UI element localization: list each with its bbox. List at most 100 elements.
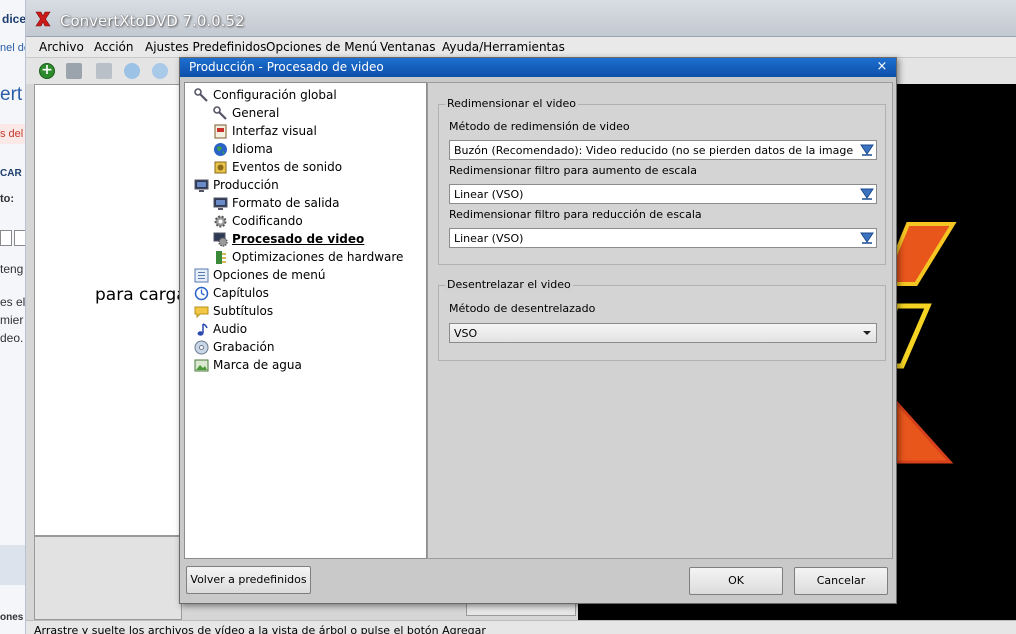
app-title: ConvertXtoDVD 7.0.0.52 [60, 12, 245, 30]
tree-item-label: Eventos de sonido [232, 160, 343, 174]
tree-item-label: Interfaz visual [232, 124, 317, 138]
background-page: dice nel del ert s del l CAR I to: teng … [0, 0, 26, 634]
upscale-filter-value: Linear (VSO) [454, 188, 524, 201]
watermark-icon [194, 358, 209, 373]
bg-fragment: deo. [0, 331, 24, 345]
bg-fragment: nel del [0, 42, 25, 54]
settings-dialog: Producción - Procesado de video × Config… [179, 57, 897, 604]
bg-fragment: to: [0, 193, 15, 205]
upscale-filter-label: Redimensionar filtro para aumento de esc… [449, 164, 697, 177]
bg-checkbox [0, 230, 12, 246]
tree-item-opciones-de-menu[interactable]: Opciones de menú [194, 266, 326, 284]
menu-accion[interactable]: Acción [94, 40, 133, 54]
tree-item-label: Codificando [232, 214, 303, 228]
resize-method-label: Método de redimensión de video [449, 120, 630, 133]
bg-fragment: CAR I [0, 168, 26, 179]
tree-item-codificando[interactable]: Codificando [213, 212, 303, 230]
deinterlace-method-label: Método de desentrelazado [449, 302, 596, 315]
tree-item-formato-de-salida[interactable]: Formato de salida [213, 194, 340, 212]
move-down-icon[interactable] [124, 63, 140, 79]
project-tree[interactable]: para carga [34, 84, 187, 536]
close-project-icon[interactable] [96, 63, 112, 79]
close-icon[interactable]: × [875, 59, 889, 74]
hardware-icon [213, 250, 228, 265]
downscale-filter-label: Redimensionar filtro para reducción de e… [449, 208, 702, 221]
tree-item-label: General [232, 106, 280, 120]
music-note-icon [194, 322, 209, 337]
menu-ventanas[interactable]: Ventanas [380, 40, 436, 54]
move-up-icon[interactable] [152, 63, 168, 79]
chevron-down-icon[interactable] [859, 142, 875, 158]
tree-item-label: Idioma [232, 142, 273, 156]
menu-archivo[interactable]: Archivo [39, 40, 84, 54]
tree-item-optimizaciones-de-hardware[interactable]: Optimizaciones de hardware [213, 248, 403, 266]
tree-item-label: Grabación [213, 340, 275, 354]
wrench-icon [213, 105, 228, 121]
app-logo-icon [35, 11, 51, 27]
tree-item-label: Producción [213, 178, 279, 192]
resize-method-select[interactable]: Buzón (Recomendado): Video reducido (no … [449, 140, 877, 160]
dialog-title: Producción - Procesado de video [189, 60, 384, 74]
menu-bar: Archivo Acción Ajustes Predefinidos Opci… [26, 37, 1016, 58]
resize-method-value: Buzón (Recomendado): Video reducido (no … [454, 144, 854, 157]
dialog-title-bar[interactable]: Producción - Procesado de video × [180, 58, 896, 77]
downscale-filter-select[interactable]: Linear (VSO) [449, 228, 877, 248]
tree-item-label: Configuración global [213, 88, 337, 102]
upscale-filter-select[interactable]: Linear (VSO) [449, 184, 877, 204]
clock-icon [194, 286, 209, 301]
tree-item-marca-de-agua[interactable]: Marca de agua [194, 356, 302, 374]
tree-item-interfaz-visual[interactable]: Interfaz visual [213, 122, 317, 140]
settings-panel: Redimensionar el video Método de redimen… [427, 82, 893, 559]
menu-ajustes-predefinidos[interactable]: Ajustes Predefinidos [145, 40, 266, 54]
tree-item-label: Audio [213, 322, 248, 336]
tree-item-label: Subtítulos [213, 304, 274, 318]
bg-fragment: mier [0, 313, 24, 327]
add-icon[interactable]: + [39, 63, 55, 79]
monitor-icon [194, 178, 209, 193]
status-bar: Arrastre y suelte los archivos de vídeo … [26, 620, 1016, 634]
tree-item-configuracion-global[interactable]: Configuración global [194, 86, 337, 104]
globe-icon [213, 142, 228, 157]
tree-item-subtitulos[interactable]: Subtítulos [194, 302, 273, 320]
bg-fragment: s del l [0, 124, 25, 144]
bg-fragment: es el [0, 295, 26, 309]
gear-icon [213, 214, 228, 229]
tree-item-procesado-de-video[interactable]: Procesado de video [213, 230, 364, 248]
disc-icon [194, 340, 209, 355]
title-bar[interactable]: ConvertXtoDVD 7.0.0.52 [26, 0, 1016, 37]
menu-ayuda-herramientas[interactable]: Ayuda/Herramientas [442, 40, 565, 54]
bg-checkbox [14, 230, 25, 246]
monitor-icon [213, 196, 228, 211]
menu-icon [194, 268, 209, 283]
tree-item-grabacion[interactable]: Grabación [194, 338, 274, 356]
chevron-down-icon[interactable] [859, 325, 875, 341]
deinterlace-group-label: Desentrelazar el video [445, 278, 573, 291]
tree-item-label: Marca de agua [213, 358, 302, 372]
bg-fragment: dice [2, 12, 26, 26]
tree-item-eventos-de-sonido[interactable]: Eventos de sonido [213, 158, 342, 176]
drop-hint-text: para carga [95, 285, 187, 305]
chevron-down-icon[interactable] [859, 186, 875, 202]
save-icon[interactable] [66, 63, 82, 79]
cancel-button[interactable]: Cancelar [794, 567, 888, 595]
tree-item-capitulos[interactable]: Capítulos [194, 284, 269, 302]
resize-group-label: Redimensionar el video [445, 97, 579, 110]
tree-item-label: Capítulos [213, 286, 269, 300]
menu-opciones-de-menu[interactable]: Opciones de Menú [266, 40, 377, 54]
tree-item-label: Formato de salida [232, 196, 340, 210]
chevron-down-icon[interactable] [859, 230, 875, 246]
tree-item-general[interactable]: General [213, 104, 279, 122]
deinterlace-group: Desentrelazar el video Método de desentr… [438, 278, 886, 361]
wrench-icon [194, 87, 209, 103]
tree-item-produccion[interactable]: Producción [194, 176, 279, 194]
reset-defaults-button[interactable]: Volver a predefinidos [186, 566, 311, 594]
sound-events-icon [213, 160, 228, 175]
tree-item-idioma[interactable]: Idioma [213, 140, 273, 158]
tree-item-label: Opciones de menú [213, 268, 326, 282]
ok-button[interactable]: OK [689, 567, 783, 595]
video-processing-icon [213, 232, 228, 247]
status-text: Arrastre y suelte los archivos de vídeo … [34, 624, 486, 634]
bg-fragment: teng [0, 262, 24, 276]
deinterlace-method-select[interactable]: VSO [449, 323, 877, 343]
tree-item-audio[interactable]: Audio [194, 320, 247, 338]
